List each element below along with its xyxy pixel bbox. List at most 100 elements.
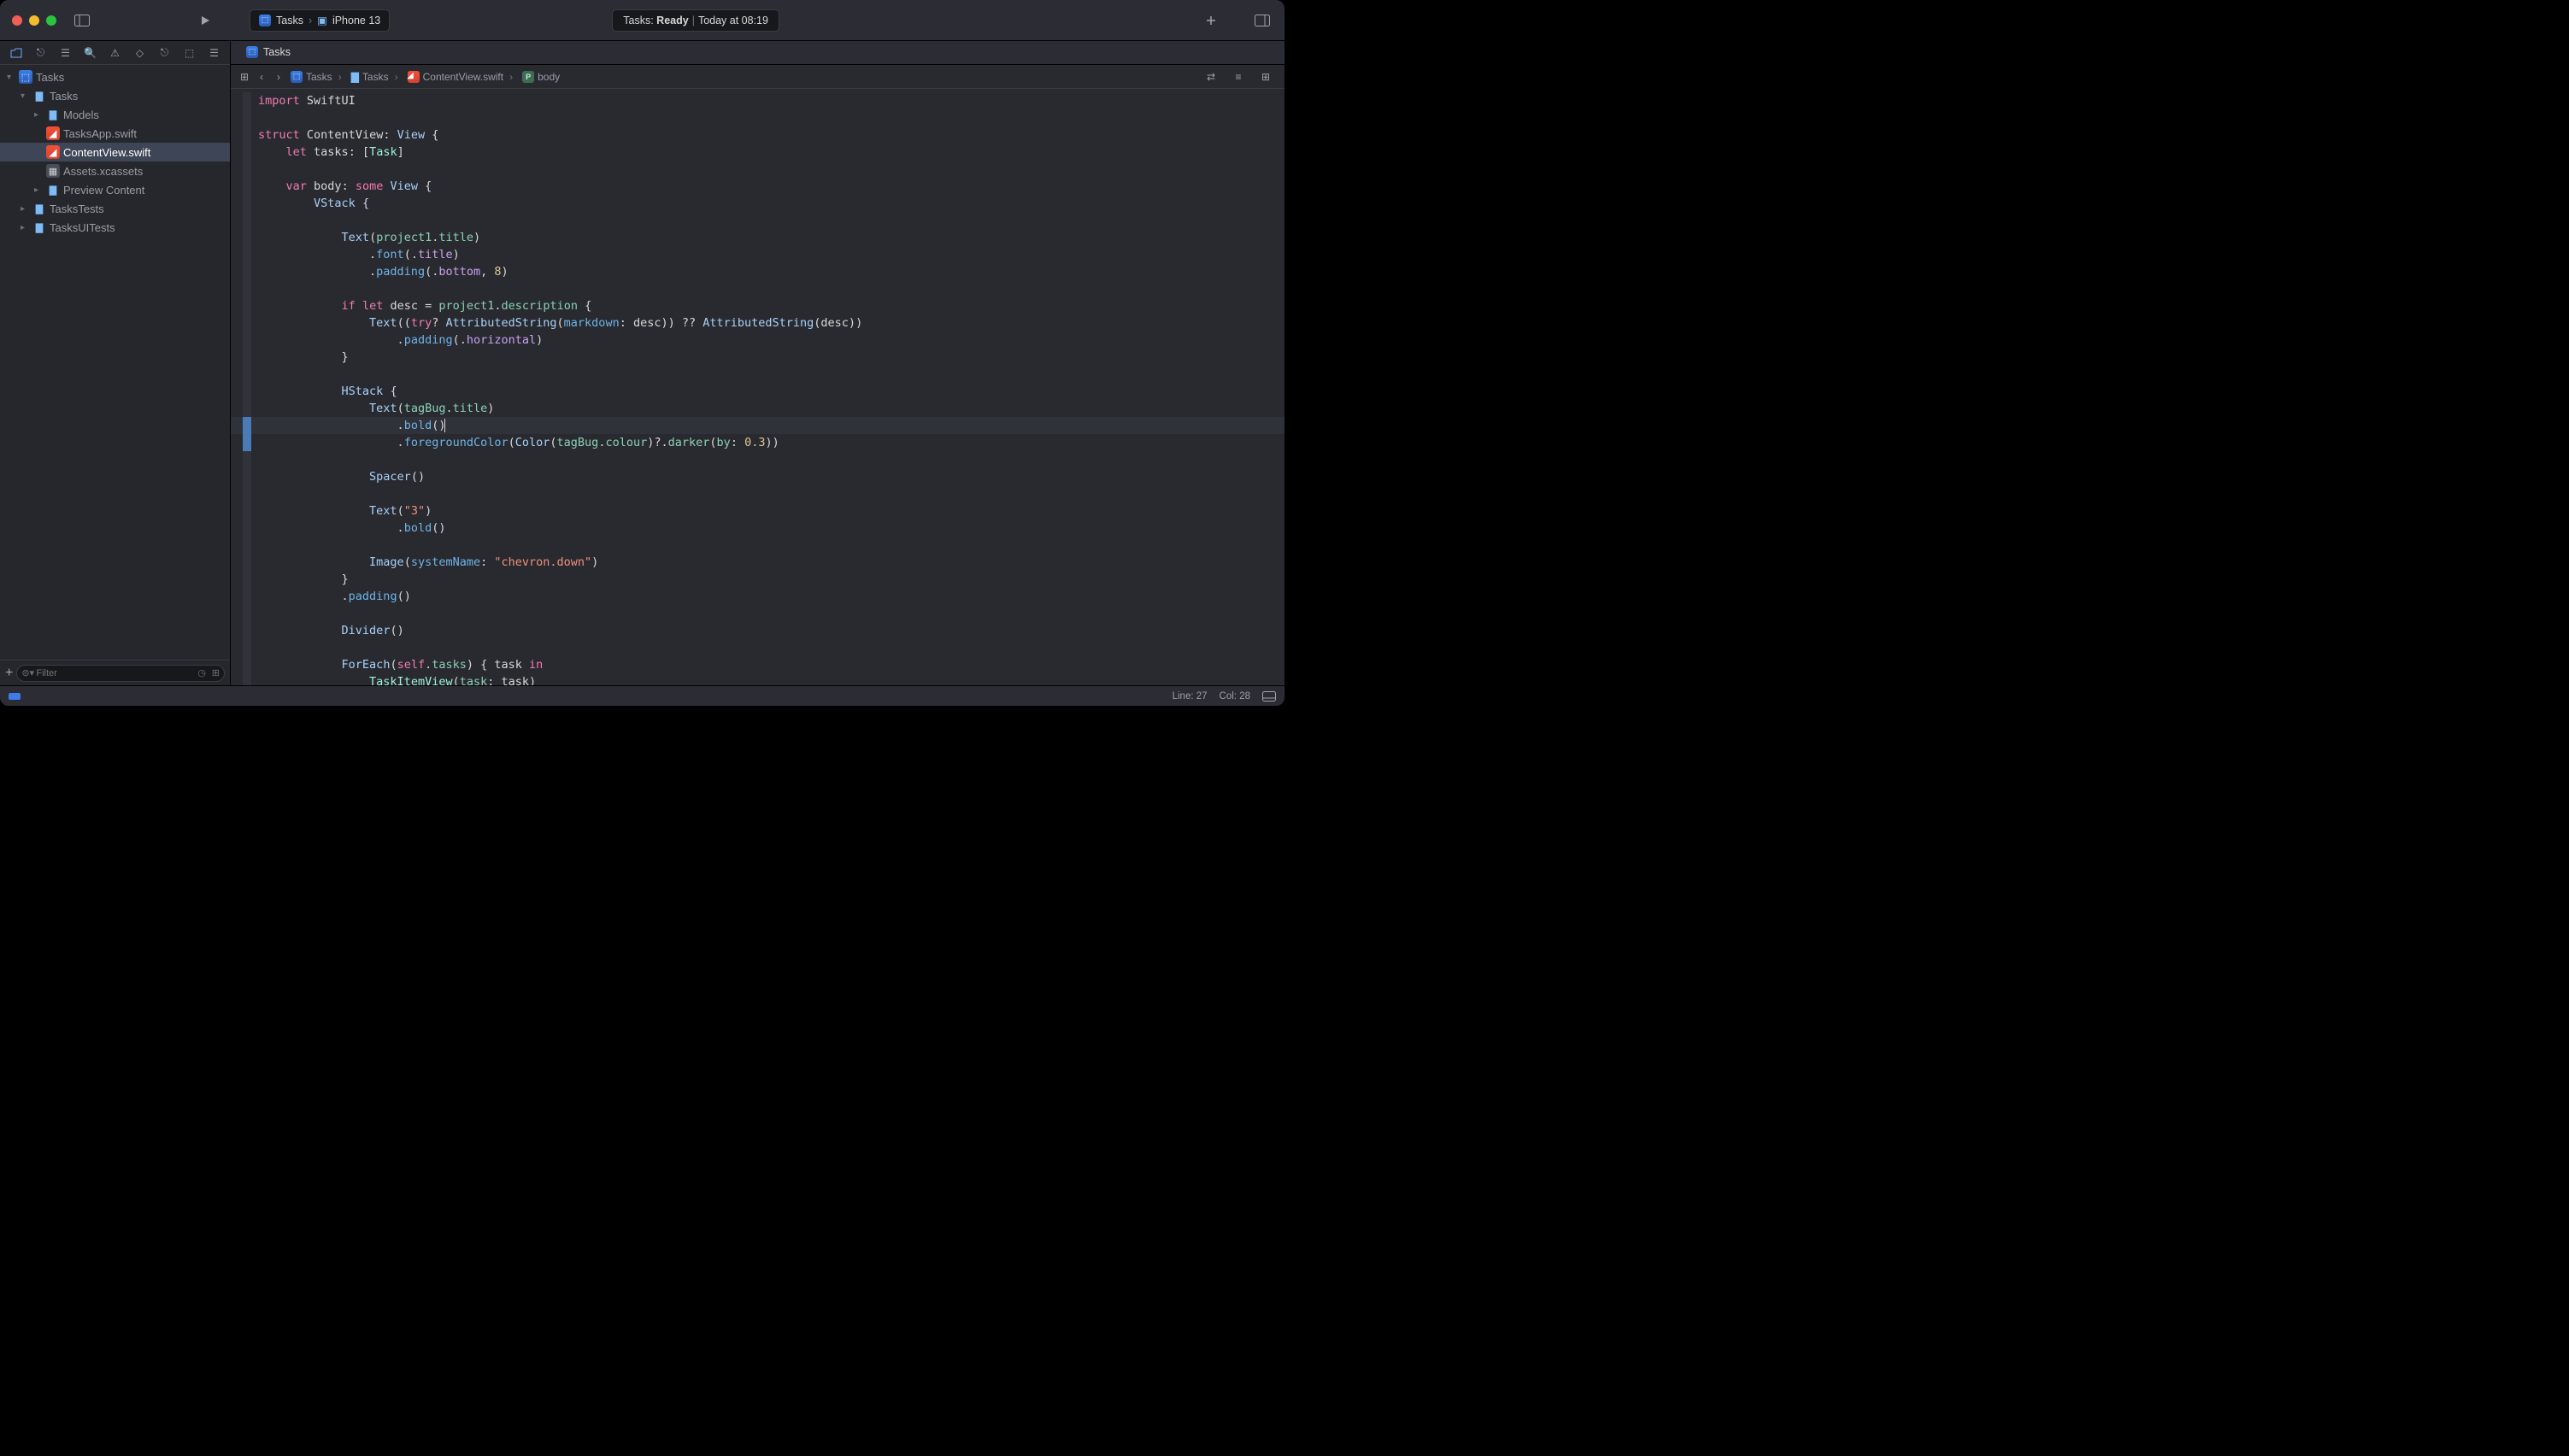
toggle-debug-area-icon[interactable] xyxy=(1262,691,1276,702)
swift-file-icon: ◢ xyxy=(408,71,420,83)
scheme-device-label: iPhone 13 xyxy=(332,15,380,26)
property-icon: P xyxy=(522,71,534,83)
folder-icon: ▇ xyxy=(32,89,46,103)
status-prefix: Tasks: xyxy=(623,15,653,26)
tree-label: Preview Content xyxy=(63,184,144,197)
tab-active-file[interactable]: ⬚ Tasks xyxy=(236,41,301,64)
folder-icon: ▇ xyxy=(351,71,359,83)
app-icon: ⬚ xyxy=(259,15,271,26)
crumb-project[interactable]: ⬚ Tasks › xyxy=(287,71,348,83)
chevron-right-icon: › xyxy=(395,71,398,83)
swift-file-icon: ◢ xyxy=(46,126,60,140)
status-separator: | xyxy=(692,15,695,26)
xcodeproj-icon: ⬚ xyxy=(246,46,258,58)
xcodeproj-icon: ⬚ xyxy=(19,70,32,84)
chevron-right-icon: › xyxy=(509,71,513,83)
tree-label: Tasks xyxy=(50,90,78,103)
activity-status: Tasks: Ready | Today at 08:19 xyxy=(612,9,779,32)
related-items-icon[interactable]: ⊞ xyxy=(236,71,253,83)
issue-navigator-tab[interactable]: ⚠ xyxy=(106,44,124,62)
add-tab-icon[interactable] xyxy=(1201,10,1221,31)
folder-icon: ▇ xyxy=(46,108,60,121)
tree-project-root[interactable]: ▾ ⬚ Tasks xyxy=(0,68,230,86)
status-bar: Line: 27 Col: 28 xyxy=(0,685,1284,706)
tree-group-uitests[interactable]: ▸ ▇ TasksUITests xyxy=(0,218,230,237)
editor-options-icon[interactable]: ≡ xyxy=(1230,71,1247,83)
col-indicator: Col: 28 xyxy=(1220,691,1250,702)
scm-filter-icon[interactable]: ⊞ xyxy=(212,667,220,678)
status-state: Ready xyxy=(656,15,689,26)
scheme-target-label: Tasks xyxy=(276,15,303,26)
folder-icon: ▇ xyxy=(32,220,46,234)
tree-label: TasksUITests xyxy=(50,221,115,234)
nav-back-icon[interactable]: ‹ xyxy=(253,71,270,83)
tree-group-preview[interactable]: ▸ ▇ Preview Content xyxy=(0,180,230,199)
tree-label: ContentView.swift xyxy=(63,146,150,159)
xcodeproj-icon: ⬚ xyxy=(291,71,303,83)
jump-bar: ⊞ ‹ › ⬚ Tasks › ▇ Tasks › ◢ ContentView.… xyxy=(231,65,1284,89)
tree-group-app[interactable]: ▾ ▇ Tasks xyxy=(0,86,230,105)
crumb-symbol[interactable]: P body xyxy=(519,71,563,83)
project-navigator-tab[interactable] xyxy=(7,44,25,62)
status-time: Today at 08:19 xyxy=(698,15,768,26)
crumb-group[interactable]: ▇ Tasks › xyxy=(348,71,404,83)
tree-group-tests[interactable]: ▸ ▇ TasksTests xyxy=(0,199,230,218)
debug-navigator-tab[interactable]: ⎋ xyxy=(156,44,173,62)
chevron-right-icon: › xyxy=(309,15,312,26)
symbol-navigator-tab[interactable]: ☰ xyxy=(56,44,74,62)
find-navigator-tab[interactable]: 🔍 xyxy=(81,44,99,62)
code-editor[interactable]: import SwiftUI struct ContentView: View … xyxy=(231,89,1284,685)
folder-icon: ▇ xyxy=(32,202,46,215)
tree-file-tasksapp[interactable]: ◢ TasksApp.swift xyxy=(0,124,230,143)
recent-files-icon[interactable]: ◷ xyxy=(197,667,206,678)
assets-icon: ▦ xyxy=(46,164,60,178)
navigator-filter-input[interactable] xyxy=(16,665,225,682)
traffic-lights xyxy=(12,15,56,26)
zoom-window-button[interactable] xyxy=(46,15,56,26)
tree-file-assets[interactable]: ▦ Assets.xcassets xyxy=(0,161,230,180)
tree-label: Tasks xyxy=(36,71,64,84)
breakpoint-navigator-tab[interactable]: ⬚ xyxy=(180,44,198,62)
disclosure-triangle-icon[interactable]: ▾ xyxy=(7,73,15,82)
counterparts-icon[interactable]: ⇄ xyxy=(1202,71,1220,83)
tree-file-contentview[interactable]: ◢ ContentView.swift xyxy=(0,143,230,161)
filter-scope-icon[interactable]: ⊜▾ xyxy=(21,667,34,678)
nav-forward-icon[interactable]: › xyxy=(270,71,287,83)
add-target-icon[interactable]: + xyxy=(5,666,13,681)
disclosure-triangle-icon[interactable]: ▸ xyxy=(21,204,29,214)
editor-area: ⬚ Tasks ⊞ ‹ › ⬚ Tasks › ▇ Tasks › xyxy=(231,41,1284,685)
scheme-selector[interactable]: ⬚ Tasks › ▣ iPhone 13 xyxy=(250,9,390,32)
minimize-window-button[interactable] xyxy=(29,15,39,26)
disclosure-triangle-icon[interactable]: ▾ xyxy=(21,91,29,101)
tab-label: Tasks xyxy=(263,46,291,58)
navigator-tabs: ⎋ ☰ 🔍 ⚠ ◇ ⎋ ⬚ ☰ xyxy=(0,41,230,65)
toggle-navigator-icon[interactable] xyxy=(72,10,92,31)
tree-group-models[interactable]: ▸ ▇ Models xyxy=(0,105,230,124)
swift-file-icon: ◢ xyxy=(46,145,60,159)
project-tree: ▾ ⬚ Tasks ▾ ▇ Tasks ▸ ▇ Models ◢ Ta xyxy=(0,65,230,660)
folder-icon: ▇ xyxy=(46,183,60,197)
tree-label: TasksTests xyxy=(50,203,104,215)
disclosure-triangle-icon[interactable]: ▸ xyxy=(21,223,29,232)
chevron-right-icon: › xyxy=(338,71,342,83)
add-editor-icon[interactable]: ⊞ xyxy=(1257,71,1274,83)
library-icon[interactable] xyxy=(1252,10,1273,31)
titlebar: ⬚ Tasks › ▣ iPhone 13 Tasks: Ready | Tod… xyxy=(0,0,1284,41)
tree-label: TasksApp.swift xyxy=(63,127,137,140)
crumb-file[interactable]: ◢ ContentView.swift › xyxy=(404,71,520,83)
navigator-filter-bar: + ⊜▾ ◷ ⊞ xyxy=(0,660,230,685)
navigator-pane: ⎋ ☰ 🔍 ⚠ ◇ ⎋ ⬚ ☰ ▾ ⬚ Tasks ▾ ▇ Tasks xyxy=(0,41,231,685)
source-control-navigator-tab[interactable]: ⎋ xyxy=(32,44,50,62)
tree-label: Assets.xcassets xyxy=(63,165,143,178)
close-window-button[interactable] xyxy=(12,15,22,26)
test-navigator-tab[interactable]: ◇ xyxy=(131,44,149,62)
tab-bar: ⬚ Tasks xyxy=(231,41,1284,65)
debug-area-indicator[interactable] xyxy=(9,693,21,700)
run-button[interactable] xyxy=(195,10,215,31)
disclosure-triangle-icon[interactable]: ▸ xyxy=(34,185,43,195)
report-navigator-tab[interactable]: ☰ xyxy=(205,44,223,62)
tree-label: Models xyxy=(63,109,99,121)
device-icon: ▣ xyxy=(317,14,327,26)
disclosure-triangle-icon[interactable]: ▸ xyxy=(34,110,43,120)
line-indicator: Line: 27 xyxy=(1173,691,1208,702)
